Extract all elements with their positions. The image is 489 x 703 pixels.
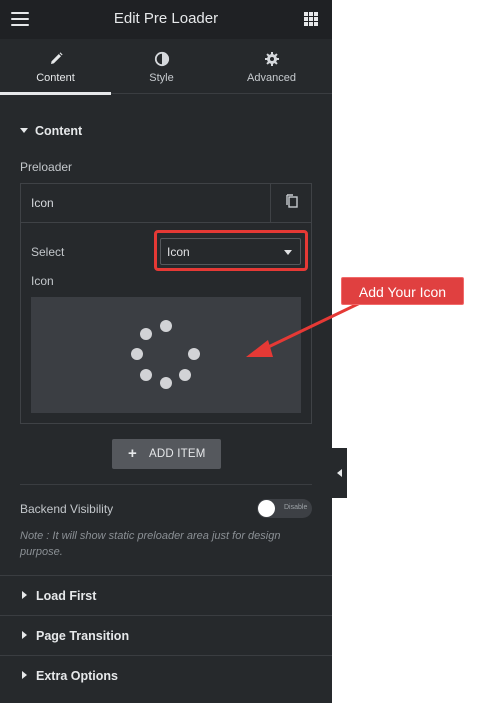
panel-header: Edit Pre Loader — [0, 0, 332, 39]
tab-advanced-label: Advanced — [247, 72, 296, 84]
panel-title: Edit Pre Loader — [113, 10, 219, 27]
icon-type-select-value: Icon — [167, 245, 190, 259]
caret-right-icon — [22, 631, 27, 639]
plus-icon: + — [128, 445, 137, 462]
spinner-dots-icon — [131, 320, 200, 389]
select-label: Select — [31, 245, 65, 259]
caret-right-icon — [22, 591, 27, 599]
divider — [0, 615, 332, 616]
icon-type-select[interactable]: Icon — [160, 238, 301, 265]
tab-content[interactable]: Content — [0, 39, 111, 95]
backend-visibility-label: Backend Visibility — [20, 502, 114, 516]
annotation-callout-text: Add Your Icon — [358, 284, 447, 300]
panel-tabs: Content Style Advanced — [0, 39, 332, 95]
caret-down-icon — [20, 128, 28, 133]
icon-picker-preview[interactable] — [31, 297, 301, 413]
collapse-panel-handle[interactable] — [332, 448, 347, 498]
section-page-transition-header[interactable]: Page Transition — [20, 629, 129, 643]
editor-panel: Edit Pre Loader Content Style Advanced C… — [0, 0, 332, 703]
section-title: Load First — [36, 589, 97, 603]
divider — [0, 655, 332, 656]
tab-style-label: Style — [149, 72, 174, 84]
chevron-down-icon — [284, 250, 292, 255]
section-content-title: Content — [35, 124, 83, 138]
tab-content-label: Content — [36, 72, 75, 84]
tab-style[interactable]: Style — [106, 39, 217, 94]
caret-right-icon — [22, 671, 27, 679]
section-title: Page Transition — [36, 629, 130, 643]
section-title: Extra Options — [36, 669, 118, 683]
preloader-label: Preloader — [20, 160, 73, 174]
repeater-item-header[interactable]: Icon — [21, 184, 311, 223]
divider — [0, 575, 332, 576]
half-circle-icon — [106, 51, 217, 67]
tab-advanced[interactable]: Advanced — [216, 39, 327, 94]
icon-label: Icon — [31, 274, 54, 288]
repeater-item-title: Icon — [31, 196, 54, 210]
toggle-knob — [258, 500, 275, 517]
add-item-button[interactable]: + ADD ITEM — [112, 439, 221, 469]
screenshot-root: Edit Pre Loader Content Style Advanced C… — [0, 0, 489, 703]
gear-icon — [216, 51, 327, 67]
annotation-callout: Add Your Icon — [341, 277, 464, 305]
grid-icon[interactable] — [304, 12, 318, 26]
backend-visibility-toggle[interactable]: Disable — [257, 499, 312, 518]
pencil-icon — [0, 51, 111, 67]
add-item-label: ADD ITEM — [149, 448, 206, 460]
duplicate-icon[interactable] — [270, 184, 311, 222]
section-extra-options-header[interactable]: Extra Options — [20, 669, 118, 683]
section-content-header[interactable]: Content — [20, 124, 82, 138]
backend-visibility-note: Note : It will show static preloader are… — [20, 530, 281, 558]
toggle-state-text: Disable — [284, 504, 308, 511]
divider — [20, 484, 312, 485]
section-load-first-header[interactable]: Load First — [20, 589, 96, 603]
